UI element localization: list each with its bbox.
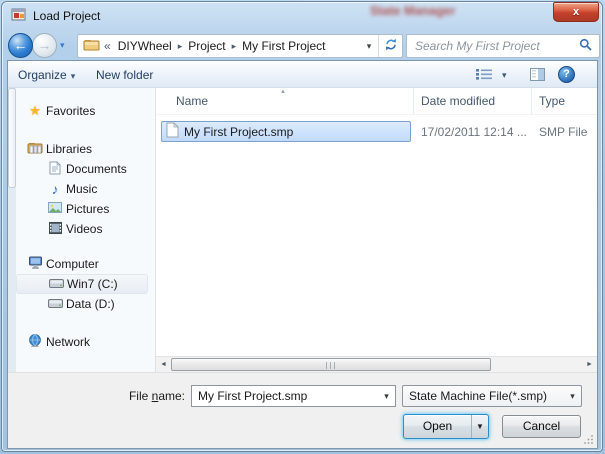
help-button[interactable]: ?: [558, 66, 575, 83]
address-dropdown-button[interactable]: ▾: [360, 35, 378, 57]
file-icon: [166, 122, 179, 141]
dialog-client-area: Organize▾ New folder ▾ ?: [7, 60, 598, 449]
file-name-label: File name:: [8, 389, 185, 403]
open-button[interactable]: Open: [404, 415, 471, 438]
sidebar-item-network[interactable]: Network: [16, 332, 155, 352]
file-type-select[interactable]: State Machine File(*.smp) ▾: [402, 385, 582, 407]
back-button[interactable]: ←: [8, 33, 33, 58]
sidebar-item-documents[interactable]: Documents: [16, 159, 155, 179]
column-header-row: ▲ Name Date modified Type: [156, 88, 597, 114]
preview-pane-icon[interactable]: [530, 68, 545, 84]
address-bar[interactable]: « DIYWheel ▸ Project ▸ My First Project …: [77, 34, 403, 58]
sidebar-item-videos[interactable]: Videos: [16, 219, 155, 239]
scroll-left-icon[interactable]: ◄: [156, 357, 171, 372]
sidebar-item-data-d[interactable]: Data (D:): [16, 294, 155, 314]
organize-button[interactable]: Organize▾: [18, 66, 75, 84]
main-area: ★ Favorites Libraries: [8, 88, 597, 372]
sidebar-item-win7-c[interactable]: Win7 (C:): [16, 274, 148, 294]
file-name-value: My First Project.smp: [192, 389, 378, 403]
views-dropdown-button[interactable]: ▾: [502, 70, 507, 81]
column-header-date-modified[interactable]: Date modified: [421, 94, 495, 108]
sidebar-item-label: Network: [46, 335, 90, 349]
sidebar-item-favorites[interactable]: ★ Favorites: [16, 101, 155, 121]
header-underline: [156, 114, 597, 115]
sort-ascending-icon: ▲: [280, 89, 286, 95]
window-title: Load Project: [33, 9, 100, 23]
sidebar-item-music[interactable]: ♪ Music: [16, 179, 155, 199]
drive-icon: [44, 297, 66, 311]
document-icon: [44, 161, 66, 178]
column-divider[interactable]: [413, 88, 414, 114]
libraries-icon: [24, 141, 46, 157]
chevron-down-icon[interactable]: ▾: [378, 391, 395, 402]
sidebar-item-label: Videos: [66, 222, 102, 236]
sidebar-item-label: Win7 (C:): [67, 277, 118, 291]
folder-icon: [83, 38, 100, 54]
pictures-icon: [44, 202, 66, 216]
chevron-down-icon[interactable]: ▾: [564, 391, 581, 402]
search-placeholder: Search My First Project: [407, 39, 579, 53]
new-folder-button[interactable]: New folder: [96, 66, 153, 84]
scrollbar-thumb[interactable]: [171, 358, 491, 371]
sidebar-item-label: Libraries: [46, 142, 92, 156]
file-name-input[interactable]: My First Project.smp ▾: [191, 385, 396, 407]
recent-pages-dropdown[interactable]: ▾: [60, 40, 65, 51]
breadcrumb-diywheel[interactable]: DIYWheel: [113, 39, 177, 53]
breadcrumb-project[interactable]: Project: [183, 39, 230, 53]
column-divider[interactable]: [531, 88, 532, 114]
dialog-footer: File name: My First Project.smp ▾ State …: [8, 372, 597, 449]
scroll-right-icon[interactable]: ►: [582, 357, 597, 372]
sidebar-item-label: Music: [66, 182, 97, 196]
sidebar-item-pictures[interactable]: Pictures: [16, 199, 155, 219]
refresh-button[interactable]: [378, 35, 402, 57]
sidebar-item-libraries[interactable]: Libraries: [16, 139, 155, 159]
forward-button[interactable]: →: [32, 33, 57, 58]
music-icon: ♪: [44, 181, 66, 197]
close-button[interactable]: x: [553, 2, 599, 22]
views-icon[interactable]: [476, 68, 493, 83]
column-header-type[interactable]: Type: [539, 94, 565, 108]
selected-file[interactable]: My First Project.smp: [161, 121, 411, 142]
computer-icon: [24, 256, 46, 272]
network-icon: [24, 334, 46, 350]
sidebar-item-computer[interactable]: Computer: [16, 254, 155, 274]
sidebar-item-label: Favorites: [46, 104, 95, 118]
breadcrumb-my-first-project[interactable]: My First Project: [237, 39, 330, 53]
refresh-icon: [384, 38, 398, 54]
sidebar-item-label: Data (D:): [66, 297, 115, 311]
load-project-dialog: State Manager Load Project x ← → ▾ « DIY…: [1, 1, 603, 452]
app-icon: [11, 8, 27, 25]
table-row[interactable]: My First Project.smp 17/02/2011 12:14 ..…: [156, 121, 597, 142]
sidebar-scrollbar[interactable]: [8, 88, 16, 372]
cancel-button[interactable]: Cancel: [502, 415, 581, 438]
open-dropdown-button[interactable]: ▼: [471, 415, 488, 438]
videos-icon: [44, 222, 66, 237]
resize-grip[interactable]: [584, 433, 594, 447]
file-type-value: State Machine File(*.smp): [403, 389, 564, 403]
file-list: ▲ Name Date modified Type My First Pr: [156, 88, 597, 372]
search-input[interactable]: Search My First Project: [406, 34, 600, 58]
chevron-down-icon: ▾: [67, 71, 76, 81]
horizontal-scrollbar[interactable]: ◄ ►: [156, 356, 597, 372]
background-window-title: State Manager: [370, 4, 500, 18]
sidebar-item-label: Computer: [46, 257, 99, 271]
scrollbar-grip: [326, 362, 337, 369]
drive-icon: [45, 277, 67, 291]
file-name: My First Project.smp: [184, 125, 293, 139]
sidebar-scrollbar-thumb[interactable]: [8, 88, 16, 188]
sidebar-item-label: Documents: [66, 162, 127, 176]
sidebar-item-list: ★ Favorites Libraries: [16, 101, 155, 352]
open-split-button[interactable]: Open ▼: [403, 414, 489, 439]
title-bar[interactable]: Load Project: [2, 2, 602, 30]
file-date-modified: 17/02/2011 12:14 ...: [421, 125, 527, 139]
command-toolbar: Organize▾ New folder ▾ ?: [8, 61, 597, 88]
file-type: SMP File: [539, 125, 587, 139]
star-icon: ★: [24, 103, 46, 119]
breadcrumb-overflow[interactable]: «: [100, 39, 113, 53]
sidebar-item-label: Pictures: [66, 202, 109, 216]
navigation-pane: ★ Favorites Libraries: [8, 88, 155, 372]
search-icon[interactable]: [579, 38, 599, 54]
column-header-name[interactable]: Name: [176, 94, 208, 108]
